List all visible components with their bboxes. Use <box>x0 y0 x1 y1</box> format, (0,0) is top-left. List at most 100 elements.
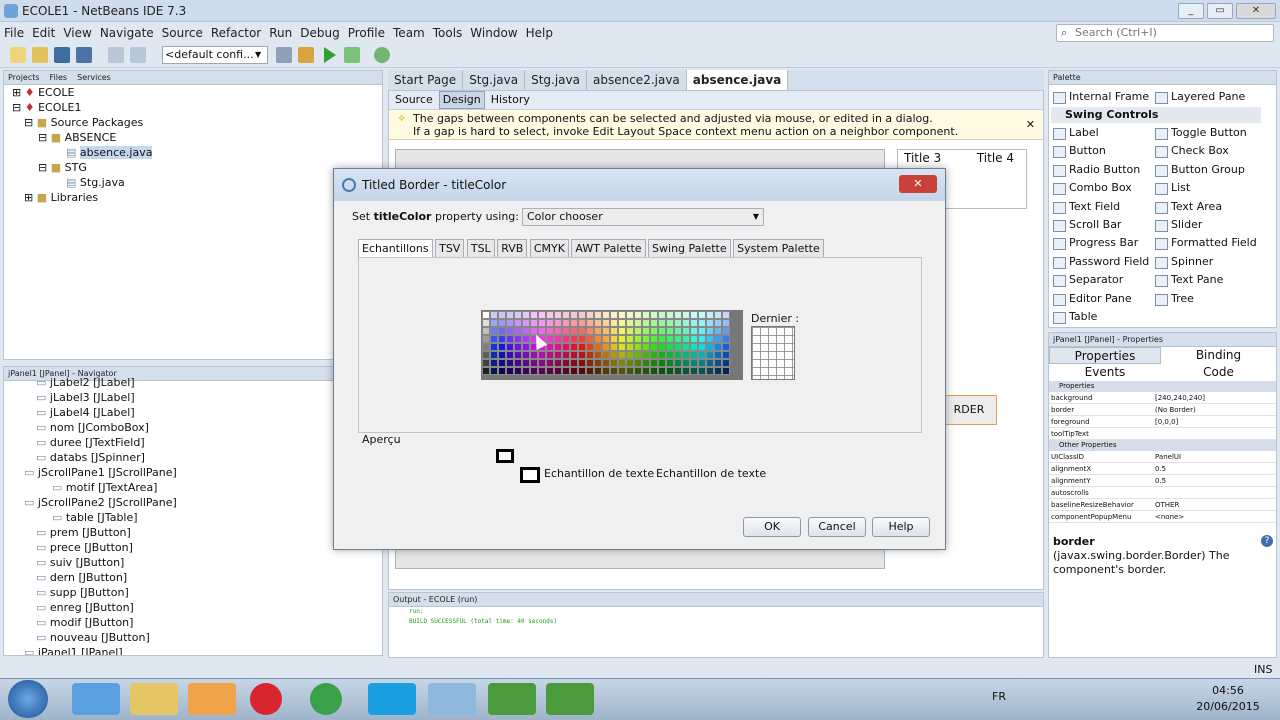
palette-layered-pane[interactable]: Layered Pane <box>1153 89 1245 105</box>
new-file-icon[interactable] <box>10 47 26 63</box>
navigator-item[interactable]: ▭ supp [JButton] <box>4 585 382 600</box>
save-all-icon[interactable] <box>76 47 92 63</box>
palette-internal-frame[interactable]: Internal Frame <box>1051 89 1149 105</box>
tab-absence-java[interactable]: absence.java <box>686 70 789 90</box>
run-icon[interactable] <box>324 47 336 63</box>
menu-file[interactable]: File <box>0 26 28 40</box>
navigator-item[interactable]: ▭ databs [JSpinner] <box>4 450 382 465</box>
redo-icon[interactable] <box>130 47 146 63</box>
menu-view[interactable]: View <box>59 26 95 40</box>
tab-code[interactable]: Code <box>1161 364 1276 381</box>
menu-help[interactable]: Help <box>522 26 557 40</box>
palette-formatted-field[interactable]: Formatted Field <box>1153 235 1257 251</box>
new-project-icon[interactable] <box>32 47 48 63</box>
menu-profile[interactable]: Profile <box>344 26 389 40</box>
opera-icon[interactable] <box>250 683 282 715</box>
mode-design[interactable]: Design <box>438 91 485 109</box>
property-row[interactable]: componentPopupMenu <none> <box>1049 511 1276 523</box>
palette-separator[interactable]: Separator <box>1051 272 1123 288</box>
build-icon[interactable] <box>276 47 292 63</box>
skype-icon[interactable] <box>368 683 416 715</box>
media-player-icon[interactable] <box>188 683 236 715</box>
palette-text-pane[interactable]: Text Pane <box>1153 272 1223 288</box>
property-row[interactable]: autoscrolls <box>1049 487 1276 499</box>
config-select[interactable]: <default confi... <box>162 46 268 64</box>
undo-icon[interactable] <box>108 47 124 63</box>
menu-run[interactable]: Run <box>265 26 296 40</box>
navigator-item[interactable]: ▭ motif [JTextArea] <box>4 480 382 495</box>
maximize-button[interactable]: ▭ <box>1207 3 1233 19</box>
color-swatch-grid[interactable] <box>481 310 743 380</box>
palette-section-swing-controls[interactable]: Swing Controls <box>1051 107 1261 123</box>
palette-text-field[interactable]: Text Field <box>1051 199 1120 215</box>
palette-combo-box[interactable]: Combo Box <box>1051 180 1132 196</box>
menu-window[interactable]: Window <box>466 26 521 40</box>
property-row[interactable]: toolTipText <box>1049 428 1276 440</box>
search-input[interactable]: ⌕ Search (Ctrl+I) <box>1056 24 1274 42</box>
palette-list[interactable]: List <box>1153 180 1190 196</box>
palette-spinner[interactable]: Spinner <box>1153 254 1213 270</box>
camtasia-icon[interactable] <box>488 683 536 715</box>
property-row[interactable]: alignmentY 0.5 <box>1049 475 1276 487</box>
navigator-item[interactable]: ▭ jScrollPane1 [JScrollPane] <box>4 465 382 480</box>
open-project-icon[interactable] <box>54 47 70 63</box>
tab-tsv[interactable]: TSV <box>435 239 465 257</box>
internet-explorer-icon[interactable] <box>72 683 120 715</box>
clean-build-icon[interactable] <box>298 47 314 63</box>
navigator-item[interactable]: ▭ duree [JTextField] <box>4 435 382 450</box>
palette-table[interactable]: Table <box>1051 309 1097 325</box>
menu-team[interactable]: Team <box>389 26 429 40</box>
help-button[interactable]: Help <box>872 517 930 537</box>
property-row[interactable]: baselineResizeBehavior OTHER <box>1049 499 1276 511</box>
tree-item-absence-java[interactable]: ▤ absence.java <box>8 145 382 160</box>
palette-label[interactable]: Label <box>1051 125 1099 141</box>
tab-rvb[interactable]: RVB <box>497 239 528 257</box>
clock-date[interactable]: 20/06/2015 <box>1194 700 1262 713</box>
palette-check-box[interactable]: Check Box <box>1153 143 1229 159</box>
menu-debug[interactable]: Debug <box>296 26 343 40</box>
navigator-item[interactable]: ▭ jPanel1 [JPanel] <box>4 645 382 655</box>
palette-password-field[interactable]: Password Field <box>1051 254 1149 270</box>
palette-progress-bar[interactable]: Progress Bar <box>1051 235 1138 251</box>
profile-icon[interactable] <box>374 47 390 63</box>
navigator-item[interactable]: ▭ jLabel2 [JLabel] <box>4 375 382 390</box>
tab-projects[interactable]: Projects <box>8 71 40 84</box>
language-indicator[interactable]: FR <box>992 690 1006 703</box>
tree-item-libraries[interactable]: ⊞ ■ Libraries <box>8 190 382 205</box>
navigator-item[interactable]: ▭ modif [JButton] <box>4 615 382 630</box>
palette-tree[interactable]: Tree <box>1153 291 1194 307</box>
navigator-item[interactable]: ▭ suiv [JButton] <box>4 555 382 570</box>
tab-properties[interactable]: Properties <box>1049 347 1161 364</box>
palette-radio-button[interactable]: Radio Button <box>1051 162 1140 178</box>
palette-tab[interactable]: Palette <box>1049 71 1276 85</box>
tab-cmyk[interactable]: CMYK <box>529 239 569 257</box>
tab-absence2-java[interactable]: absence2.java <box>587 70 687 90</box>
start-button[interactable] <box>8 680 48 718</box>
navigator-item[interactable]: ▭ prem [JButton] <box>4 525 382 540</box>
property-row[interactable]: border (No Border) <box>1049 404 1276 416</box>
chevron-down-icon[interactable]: ▼ <box>255 50 265 60</box>
navigator-item[interactable]: ▭ dern [JButton] <box>4 570 382 585</box>
clock-time[interactable]: 04:56 <box>1202 684 1254 697</box>
palette-slider[interactable]: Slider <box>1153 217 1202 233</box>
tree-item-stg-java[interactable]: ▤ Stg.java <box>8 175 382 190</box>
menu-refactor[interactable]: Refactor <box>207 26 265 40</box>
tree-item-source-packages[interactable]: ⊟ ■ Source Packages <box>8 115 382 130</box>
tab-files[interactable]: Files <box>50 71 68 84</box>
chrome-icon[interactable] <box>310 683 342 715</box>
mode-source[interactable]: Source <box>395 91 433 109</box>
menu-navigate[interactable]: Navigate <box>96 26 158 40</box>
ok-button[interactable]: OK <box>743 517 801 537</box>
palette-button[interactable]: Button <box>1051 143 1106 159</box>
palette-button-group[interactable]: Button Group <box>1153 162 1245 178</box>
tree-item-stg-package[interactable]: ⊟ ■ STG <box>8 160 382 175</box>
navigator-item[interactable]: ▭ prece [JButton] <box>4 540 382 555</box>
minimize-button[interactable]: _ <box>1178 3 1204 19</box>
menu-source[interactable]: Source <box>158 26 207 40</box>
dialog-close-button[interactable]: ✕ <box>899 175 937 193</box>
netbeans-task-icon[interactable] <box>428 683 476 715</box>
menu-edit[interactable]: Edit <box>28 26 59 40</box>
recent-swatch-grid[interactable] <box>751 326 795 380</box>
tab-binding[interactable]: Binding <box>1161 347 1276 364</box>
navigator-item[interactable]: ▭ jLabel4 [JLabel] <box>4 405 382 420</box>
